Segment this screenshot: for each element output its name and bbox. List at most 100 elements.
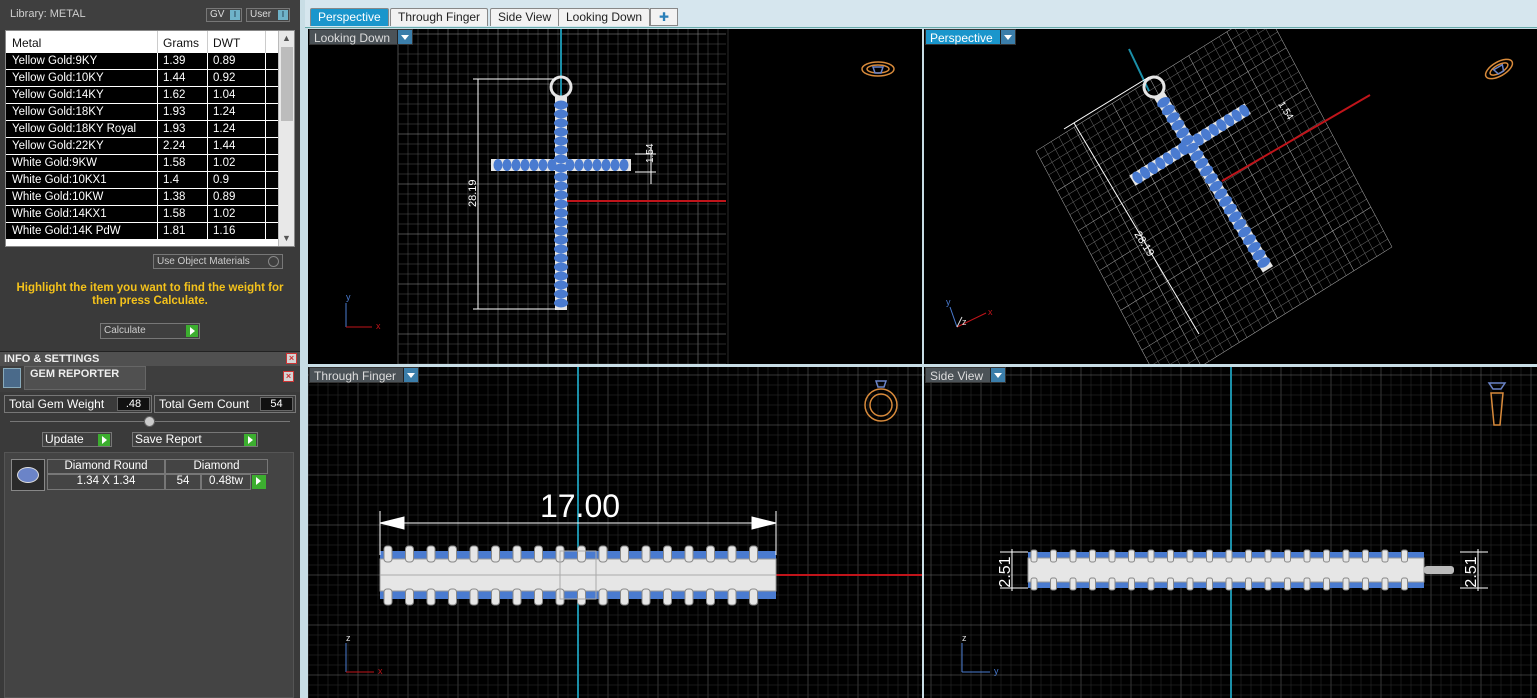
tab-side-view[interactable]: Side View <box>490 8 560 26</box>
table-row[interactable]: White Gold:14KX1 1.58 1.02 <box>6 206 278 223</box>
prong <box>598 588 608 606</box>
prong <box>1069 549 1077 563</box>
table-row[interactable]: White Gold:9KW 1.58 1.02 <box>6 155 278 172</box>
table-row[interactable]: Yellow Gold:22KY 2.24 1.44 <box>6 138 278 155</box>
scroll-up-icon[interactable]: ▲ <box>282 33 291 43</box>
viewport-label-text: Side View <box>930 369 984 383</box>
through-finger-canvas[interactable]: 17.00 zx <box>308 367 922 698</box>
user-toggle-label: User <box>250 9 272 20</box>
play-icon[interactable] <box>98 434 110 446</box>
play-icon[interactable] <box>186 325 198 337</box>
table-row[interactable]: Yellow Gold:18KY Royal 1.93 1.24 <box>6 121 278 138</box>
viewport-side-view[interactable]: 2.51 2.51 zy Side View <box>924 367 1537 698</box>
metal-table-scrollbar[interactable]: ▲ ▼ <box>278 31 294 246</box>
table-row[interactable]: White Gold:14K PdW 1.81 1.16 <box>6 223 278 240</box>
svg-text:x: x <box>988 307 993 317</box>
gv-toggle[interactable]: GV I <box>206 8 242 22</box>
dwt-cell: 0.92 <box>213 72 236 84</box>
collapse-handle[interactable] <box>144 416 155 427</box>
gem-weight: 0.48tw <box>201 474 251 490</box>
tab-through-finger[interactable]: Through Finger <box>390 8 489 26</box>
gem-stone <box>574 159 584 171</box>
tab-perspective[interactable]: Perspective <box>310 8 389 26</box>
gv-toggle-label: GV <box>210 9 225 20</box>
close-icon[interactable]: × <box>286 353 297 364</box>
user-toggle[interactable]: User I <box>246 8 290 22</box>
scroll-down-icon[interactable]: ▼ <box>282 233 291 243</box>
add-tab-icon[interactable]: ✚ <box>650 8 678 26</box>
gem-stone <box>554 118 568 128</box>
play-icon[interactable] <box>252 475 266 489</box>
use-object-materials-toggle[interactable]: Use Object Materials <box>153 254 283 269</box>
table-row[interactable]: Yellow Gold:9KY 1.39 0.89 <box>6 53 278 70</box>
ring-view-icon <box>1484 58 1514 80</box>
close-icon[interactable]: × <box>283 371 294 382</box>
chevron-down-icon[interactable] <box>397 30 413 44</box>
gem-stone <box>554 208 568 218</box>
dwt-cell: 1.24 <box>213 106 236 118</box>
svg-text:y: y <box>946 297 951 307</box>
metal-name-cell: Yellow Gold:10KY <box>12 72 104 84</box>
scroll-thumb[interactable] <box>281 47 293 121</box>
column-header-metal[interactable]: Metal <box>12 36 41 50</box>
perspective-canvas[interactable]: 28.19 1.54 y x z <box>924 29 1537 364</box>
metal-name-cell: Yellow Gold:18KY <box>12 106 104 118</box>
gem-stone <box>554 298 568 308</box>
viewport-label-looking-down[interactable]: Looking Down <box>309 29 414 45</box>
viewport-label-through-finger[interactable]: Through Finger <box>309 367 420 383</box>
update-button[interactable]: Update <box>42 432 112 447</box>
viewport-looking-down[interactable]: 28.19 1.54 yx Looking Down <box>308 29 922 364</box>
column-header-grams[interactable]: Grams <box>163 36 199 50</box>
prong <box>727 588 737 606</box>
table-row[interactable]: White Gold:10KX1 1.4 0.9 <box>6 172 278 189</box>
library-header: Library: METAL GV I User I <box>0 0 300 30</box>
chevron-down-icon[interactable] <box>990 368 1006 382</box>
prong <box>448 545 457 563</box>
table-row[interactable]: Yellow Gold:14KY 1.62 1.04 <box>6 87 278 104</box>
grid <box>308 367 922 698</box>
y-axis-line <box>1128 48 1150 92</box>
gem-reporter-title: GEM REPORTER <box>30 368 120 380</box>
axis-triad: yx <box>345 292 381 331</box>
table-row[interactable]: Yellow Gold:18KY 1.93 1.24 <box>6 104 278 121</box>
prong <box>1303 549 1311 563</box>
gem-stone <box>554 253 568 263</box>
column-header-dwt[interactable]: DWT <box>213 36 240 50</box>
viewport-label-text: Perspective <box>930 31 993 45</box>
radio-icon[interactable] <box>268 256 279 267</box>
gem-select-button[interactable] <box>252 475 266 489</box>
grams-cell: 1.39 <box>163 55 186 67</box>
dim-width-label: 1.54 <box>645 143 656 163</box>
table-row[interactable]: Yellow Gold:10KY 1.44 0.92 <box>6 70 278 87</box>
svg-text:z: z <box>346 633 351 643</box>
grams-cell: 1.44 <box>163 72 186 84</box>
prong <box>1089 577 1096 591</box>
chevron-down-icon[interactable] <box>999 30 1015 44</box>
prong <box>491 588 500 606</box>
svg-text:y: y <box>994 666 999 676</box>
table-row[interactable]: White Gold:10KW 1.38 0.89 <box>6 189 278 206</box>
tab-looking-down[interactable]: Looking Down <box>558 8 651 26</box>
chevron-down-icon[interactable] <box>403 368 419 382</box>
viewport-label-perspective[interactable]: Perspective <box>925 29 1016 45</box>
save-report-button[interactable]: Save Report <box>132 432 258 447</box>
viewport-label-side-view[interactable]: Side View <box>925 367 1007 383</box>
looking-down-canvas[interactable]: 28.19 1.54 yx <box>308 29 922 364</box>
gem-shape: Diamond Round <box>47 459 165 474</box>
ring-view-icon <box>861 61 895 77</box>
play-icon[interactable] <box>244 434 256 446</box>
dim-length-label: 17.00 <box>540 488 620 524</box>
calculate-button[interactable]: Calculate <box>100 323 200 339</box>
prong <box>1284 549 1291 563</box>
viewport-through-finger[interactable]: 17.00 zx Through Finger <box>308 367 922 698</box>
prong <box>706 545 715 563</box>
prong <box>426 588 436 606</box>
prong <box>1050 577 1057 591</box>
gem-stone <box>554 280 568 290</box>
toggle-indicator-icon: I <box>230 10 240 20</box>
prong <box>598 545 608 563</box>
viewport-label-text: Through Finger <box>314 369 397 383</box>
viewport-perspective[interactable]: 28.19 1.54 y x z Perspective <box>924 29 1537 364</box>
side-view-canvas[interactable]: 2.51 2.51 zy <box>924 367 1537 698</box>
prong <box>577 588 586 606</box>
